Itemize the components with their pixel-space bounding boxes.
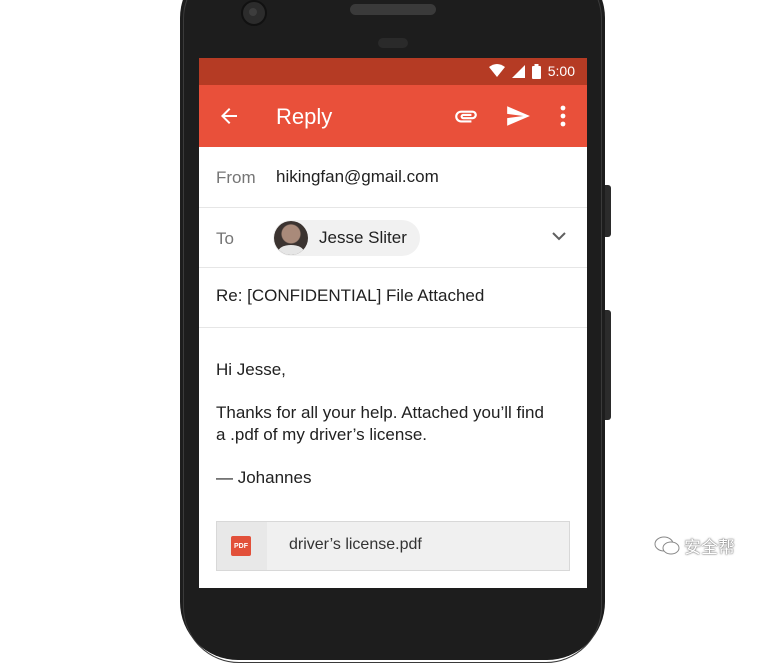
subject-row[interactable]: Re: [CONFIDENTIAL] File Attached [199, 268, 587, 328]
from-address[interactable]: hikingfan@gmail.com [276, 167, 439, 187]
earpiece-speaker [350, 4, 436, 15]
chevron-down-icon[interactable] [551, 228, 567, 244]
signal-icon [511, 64, 525, 78]
phone-screen: 5:00 Reply From hikingfan@gmail.com To J… [199, 58, 587, 588]
app-bar-title: Reply [276, 104, 333, 129]
watermark: 安全帮 [654, 533, 735, 558]
body-line-2: a .pdf of my driver’s license. [216, 425, 428, 444]
back-arrow-icon[interactable] [217, 104, 241, 128]
paperclip-icon[interactable] [453, 103, 479, 129]
recipient-chip[interactable]: Jesse Sliter [273, 220, 420, 256]
attachment-filename: driver’s license.pdf [289, 536, 422, 553]
app-bar: Reply [199, 85, 587, 147]
body-greeting: Hi Jesse, [216, 360, 286, 379]
status-time: 5:00 [547, 63, 575, 79]
battery-icon [531, 63, 541, 79]
front-camera [241, 0, 267, 26]
attachment-card[interactable]: PDF driver’s license.pdf [216, 521, 570, 571]
power-button [605, 185, 611, 237]
wechat-logo-icon [654, 536, 680, 554]
volume-button [605, 310, 611, 420]
proximity-sensor [378, 38, 408, 48]
body-signoff: — Johannes [216, 468, 312, 487]
watermark-text: 安全帮 [684, 538, 735, 558]
avatar [274, 221, 308, 255]
subject-field[interactable]: Re: [CONFIDENTIAL] File Attached [216, 286, 484, 306]
wifi-icon [488, 64, 505, 77]
status-bar: 5:00 [199, 58, 587, 85]
to-label: To [216, 229, 234, 248]
body-line-1: Thanks for all your help. Attached you’l… [216, 403, 544, 422]
to-row: To Jesse Sliter [199, 208, 587, 268]
pdf-icon: PDF [231, 536, 251, 556]
recipient-name: Jesse Sliter [319, 228, 407, 247]
attachment-thumbnail: PDF [217, 522, 267, 570]
from-row: From hikingfan@gmail.com [199, 147, 587, 208]
send-icon[interactable] [505, 103, 531, 129]
more-vert-icon[interactable] [555, 103, 571, 129]
from-label: From [216, 168, 256, 187]
status-icons: 5:00 [488, 63, 575, 79]
